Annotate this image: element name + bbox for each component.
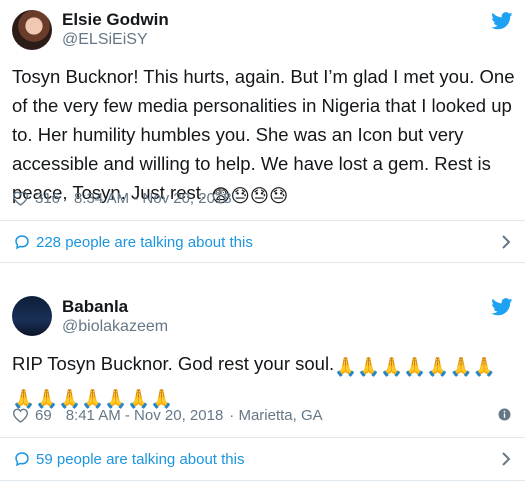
tweet-meta: 316 8:34 AM - Nov 20, 2018 xyxy=(12,190,232,207)
tweet-text: RIP Tosyn Bucknor. God rest your soul.🙏🙏… xyxy=(12,349,517,413)
avatar[interactable] xyxy=(12,10,52,50)
info-icon[interactable] xyxy=(498,408,511,421)
author-name[interactable]: Elsie Godwin xyxy=(62,10,169,30)
tweet-card: Elsie Godwin @ELSiEiSY Tosyn Bucknor! Th… xyxy=(0,0,525,220)
timestamp[interactable]: 8:34 AM - Nov 20, 2018 xyxy=(74,190,232,207)
chevron-right-icon[interactable] xyxy=(501,234,511,250)
talking-about-text[interactable]: 59 people are talking about this xyxy=(36,451,244,468)
emoji-folded-hands: 🙏 xyxy=(334,356,358,377)
emoji-folded-hands: 🙏 xyxy=(426,356,450,377)
chevron-right-icon[interactable] xyxy=(501,451,511,467)
speech-bubble-icon xyxy=(14,234,30,250)
emoji-folded-hands: 🙏 xyxy=(449,356,473,377)
tweet-body: RIP Tosyn Bucknor. God rest your soul. xyxy=(12,353,335,374)
heart-icon[interactable] xyxy=(12,408,29,423)
avatar[interactable] xyxy=(12,296,52,336)
talking-about-text[interactable]: 228 people are talking about this xyxy=(36,234,253,251)
heart-icon[interactable] xyxy=(12,191,29,206)
like-count[interactable]: 69 xyxy=(35,407,52,424)
author-name[interactable]: Babanla xyxy=(62,297,128,317)
divider xyxy=(0,480,525,481)
tweet-text: Tosyn Bucknor! This hurts, again. But I’… xyxy=(12,62,517,210)
emoji-folded-hands: 🙏 xyxy=(403,356,427,377)
timestamp[interactable]: 8:41 AM - Nov 20, 2018 xyxy=(66,407,224,424)
emoji-folded-hands: 🙏 xyxy=(472,356,496,377)
location[interactable]: · Marietta, GA xyxy=(229,407,322,424)
emoji-downcast-sweat: 😓 xyxy=(230,185,250,206)
twitter-bird-icon[interactable] xyxy=(491,298,513,320)
talking-about-link[interactable]: 228 people are talking about this xyxy=(0,221,525,263)
author-handle[interactable]: @ELSiEiSY xyxy=(62,31,148,49)
talking-about-link[interactable]: 59 people are talking about this xyxy=(0,438,525,480)
emoji-downcast-sweat: 😓 xyxy=(249,185,270,206)
author-handle[interactable]: @biolakazeem xyxy=(62,318,168,336)
emoji-downcast-sweat: 😓 xyxy=(269,185,289,206)
speech-bubble-icon xyxy=(14,451,30,467)
emoji-folded-hands: 🙏 xyxy=(357,356,381,377)
twitter-bird-icon[interactable] xyxy=(491,12,513,34)
tweet-card: Babanla @biolakazeem RIP Tosyn Bucknor. … xyxy=(0,284,525,438)
emoji-folded-hands: 🙏 xyxy=(380,356,404,377)
tweet-meta: 69 8:41 AM - Nov 20, 2018 · Marietta, GA xyxy=(12,407,323,424)
like-count[interactable]: 316 xyxy=(35,190,60,207)
divider xyxy=(0,262,525,263)
